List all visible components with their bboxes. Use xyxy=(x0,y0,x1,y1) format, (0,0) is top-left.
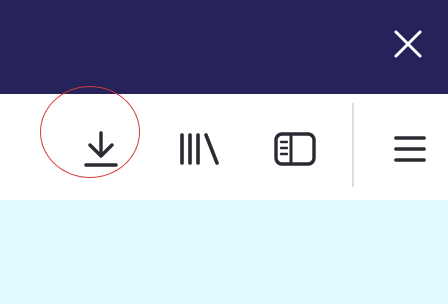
page-content-area xyxy=(0,200,448,304)
hamburger-menu-icon xyxy=(394,136,426,162)
sidebar-button[interactable] xyxy=(266,124,324,174)
navigation-toolbar xyxy=(0,94,448,200)
window-titlebar xyxy=(0,0,448,94)
download-icon xyxy=(84,131,118,167)
library-button[interactable] xyxy=(170,124,230,174)
close-icon xyxy=(394,30,422,58)
close-window-button[interactable] xyxy=(386,24,430,64)
open-menu-button[interactable] xyxy=(378,124,442,174)
toolbar-separator xyxy=(352,103,354,187)
library-icon xyxy=(180,133,219,165)
sidebar-icon xyxy=(274,132,316,166)
downloads-button[interactable] xyxy=(72,120,130,178)
